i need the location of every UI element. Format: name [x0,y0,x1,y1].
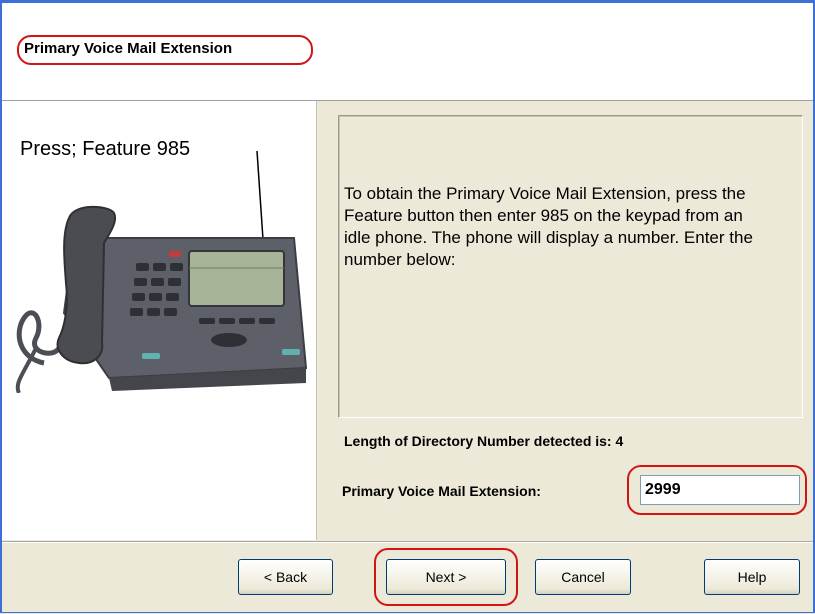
back-button[interactable]: < Back [238,559,333,595]
phone-image [15,150,308,393]
wizard-window: Primary Voice Mail Extension Press; Feat… [0,0,815,613]
extension-input[interactable] [640,475,800,505]
page-title: Primary Voice Mail Extension [24,40,233,57]
next-button[interactable]: Next > [386,559,506,595]
nav-cluster [211,333,247,347]
wizard-header: Primary Voice Mail Extension [2,3,813,101]
detected-length-text: Length of Directory Number detected is: … [344,433,624,449]
description-text: To obtain the Primary Voice Mail Extensi… [344,184,753,269]
help-button[interactable]: Help [704,559,800,595]
phone-cord [16,310,62,366]
cancel-button[interactable]: Cancel [535,559,631,595]
extension-label: Primary Voice Mail Extension: [342,483,541,499]
phone-display [188,250,285,307]
